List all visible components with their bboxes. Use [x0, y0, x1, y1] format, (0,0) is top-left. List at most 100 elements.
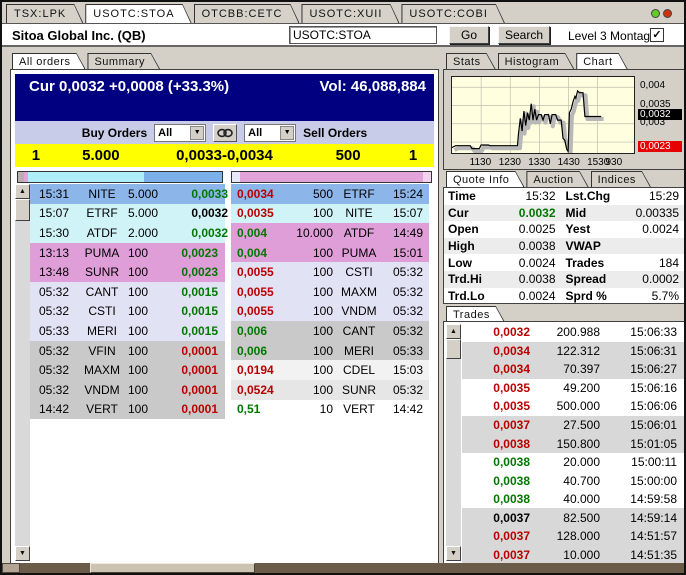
quote-tab-quote-info[interactable]: Quote Info	[446, 171, 524, 187]
bid-row[interactable]: 14:42 VERT 100 0,0001	[30, 399, 225, 420]
bid-cell: ATDF	[86, 225, 118, 240]
scroll-thumb[interactable]	[15, 199, 30, 221]
symbol-tab-usotc-xuii[interactable]: USOTC:XUII	[301, 4, 399, 23]
depth-band	[15, 171, 434, 183]
ask-cell: ETRF	[343, 186, 375, 201]
ask-price: 0,0194	[237, 363, 274, 378]
level3-checkbox[interactable]: ✓	[650, 28, 664, 42]
trade-row: 0,0037 82.500 14:59:14	[462, 508, 684, 528]
sell-filter-select[interactable]: All ▼	[244, 123, 297, 142]
quote-row: Cur 0.0032 Mid 0.00335	[444, 204, 684, 222]
tab-label: OTCBB:CETC	[195, 5, 299, 23]
ask-row[interactable]: 0,0055 100 MAXM 05:32	[231, 281, 429, 302]
bid-cell: 15:07	[39, 206, 70, 221]
x-tick-label: 1330	[528, 157, 551, 168]
trade-size: 40.000	[563, 492, 600, 507]
montage-tab-all-orders[interactable]: All orders	[12, 53, 85, 69]
ask-row[interactable]: 0,006 100 MERI 05:33	[231, 340, 429, 361]
bid-row[interactable]: 05:33 MERI 100 0,0015	[30, 321, 225, 341]
quote-value: 0.0025	[518, 222, 556, 237]
bid-cell: 14:42	[39, 402, 70, 417]
quote-value: 184	[658, 255, 679, 270]
go-button[interactable]: Go	[449, 26, 489, 44]
trade-price: 0,0037	[493, 547, 530, 562]
bid-row[interactable]: 13:13 PUMA 100 0,0023	[30, 242, 225, 263]
inside-spread: 0,0033-0,0034	[176, 147, 273, 164]
book-scrollbar[interactable]: ▲ ▼	[15, 184, 30, 561]
search-button[interactable]: Search	[498, 26, 550, 44]
bid-row[interactable]: 05:32 CSTI 100 0,0015	[30, 301, 225, 322]
tab-label: Auction	[527, 172, 587, 187]
trade-row: 0,0037 128.000 14:51:57	[462, 527, 684, 546]
scroll-up-button[interactable]: ▲	[446, 324, 461, 339]
scroll-thumb[interactable]	[446, 339, 461, 359]
quote-row: Trd.Lo 0.0024 Sprd % 5.7%	[444, 288, 684, 305]
trade-price: 0,0032	[493, 325, 530, 340]
montage-tab-summary[interactable]: Summary	[87, 53, 160, 69]
quote-row: Low 0.0024 Trades 184	[444, 254, 684, 271]
ask-row[interactable]: 0,006 100 CANT 05:32	[231, 321, 429, 341]
ask-price: 0,0524	[237, 382, 274, 397]
bid-cell: 5.000	[128, 206, 159, 221]
symbol-tab-usotc-cobi[interactable]: USOTC:COBI	[401, 4, 504, 23]
trade-size: 122.312	[556, 343, 600, 358]
scroll-down-button[interactable]: ▼	[15, 546, 30, 561]
bid-cell: 100	[128, 245, 149, 260]
bid-book: 15:31 NITE 5.000 0,0033 15:07 ETRF 5.000 0,0032…	[30, 184, 228, 420]
ask-row[interactable]: 0,0034 500 ETRF 15:24	[231, 184, 429, 204]
bid-cell: 100	[128, 265, 149, 280]
buy-filter-select[interactable]: All ▼	[154, 123, 207, 142]
analysis-tab-chart[interactable]: Chart	[576, 53, 627, 69]
bid-row[interactable]: 15:07 ETRF 5.000 0,0032	[30, 203, 228, 224]
horizontal-scrollbar[interactable]	[2, 563, 684, 573]
tab-label: Chart	[577, 54, 626, 69]
bid-row[interactable]: 15:31 NITE 5.000 0,0033	[30, 184, 228, 204]
x-tick-label: 1430	[557, 157, 580, 168]
link-button[interactable]	[213, 123, 238, 142]
trades-tab-trades[interactable]: Trades	[446, 306, 505, 322]
bid-row[interactable]: 05:32 VNDM 100 0,0001	[30, 379, 225, 400]
ask-row[interactable]: 0,0055 100 VNDM 05:32	[231, 301, 429, 322]
ask-row[interactable]: 0,004 100 PUMA 15:01	[231, 242, 429, 263]
trade-time: 15:06:31	[630, 343, 677, 358]
bid-cell: CANT	[85, 284, 119, 299]
ask-price: 0,0055	[237, 304, 274, 319]
bid-cell: NITE	[88, 186, 116, 201]
ask-cell: 500	[312, 186, 333, 201]
bid-cell: 05:32	[39, 284, 70, 299]
ask-row[interactable]: 0,0524 100 SUNR 05:32	[231, 379, 429, 400]
quote-value: 0.0032	[518, 205, 556, 220]
symbol-tab-bar: TSX:LPK USOTC:STOA OTCBB:CETC USOTC:XUII USO…	[6, 4, 654, 23]
ask-row[interactable]: 0,0055 100 CSTI 05:32	[231, 262, 429, 282]
ask-row[interactable]: 0,0035 100 NITE 15:07	[231, 203, 429, 224]
symbol-tab-tsx-lpk[interactable]: TSX:LPK	[6, 4, 83, 23]
symbol-tab-usotc-stoa[interactable]: USOTC:STOA	[85, 4, 191, 23]
x-tick-label: 1130	[469, 157, 492, 168]
bid-cell: PUMA	[84, 245, 120, 260]
quote-tab-indices[interactable]: Indices	[591, 171, 651, 187]
quote-tab-auction[interactable]: Auction	[526, 171, 588, 187]
scroll-thumb[interactable]	[90, 563, 255, 573]
symbol-tab-otcbb-cetc[interactable]: OTCBB:CETC	[194, 4, 300, 23]
bid-row[interactable]: 05:32 MAXM 100 0,0001	[30, 360, 225, 380]
trade-time: 15:01:05	[630, 436, 677, 451]
ask-row[interactable]: 0,004 10.000 ATDF 14:49	[231, 223, 429, 243]
trade-size: 20.000	[563, 455, 600, 470]
trades-scrollbar[interactable]: ▲ ▼	[446, 324, 461, 561]
bid-row[interactable]: 15:30 ATDF 2.000 0,0032	[30, 223, 228, 243]
quote-value: 0.0024	[642, 222, 679, 237]
bid-row[interactable]: 05:32 CANT 100 0,0015	[30, 281, 225, 302]
scroll-down-button[interactable]: ▼	[446, 546, 461, 561]
analysis-tab-histogram[interactable]: Histogram	[498, 53, 575, 69]
trade-time: 15:00:00	[630, 473, 677, 488]
ask-row[interactable]: 0,51 10 VERT 14:42	[231, 399, 429, 420]
ask-row[interactable]: 0,0194 100 CDEL 15:03	[231, 360, 429, 380]
trade-row: 0,0038 150.800 15:01:05	[462, 434, 684, 453]
analysis-tab-stats[interactable]: Stats	[446, 53, 496, 69]
bid-row[interactable]: 05:32 VFIN 100 0,0001	[30, 340, 225, 361]
trade-size: 49.200	[563, 380, 600, 395]
scroll-up-button[interactable]: ▲	[15, 184, 30, 199]
symbol-input[interactable]	[289, 26, 437, 44]
ask-price: 0,0034	[237, 186, 274, 201]
bid-row[interactable]: 13:48 SUNR 100 0,0023	[30, 262, 225, 282]
